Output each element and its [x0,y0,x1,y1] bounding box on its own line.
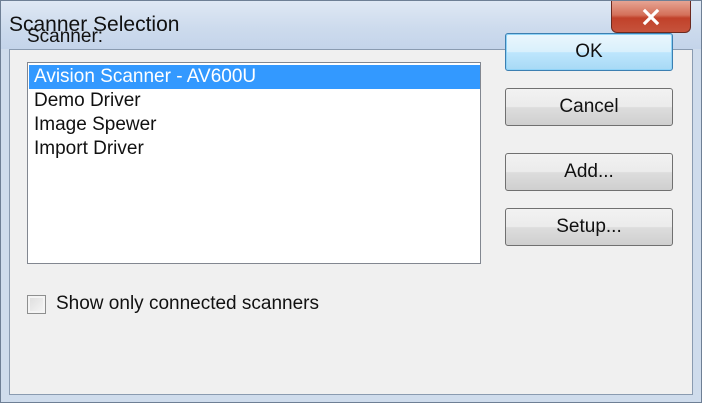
scanner-label: Scanner: [27,26,104,47]
list-item[interactable]: Demo Driver [29,89,480,113]
setup-button[interactable]: Setup... [505,208,673,246]
list-item[interactable]: Avision Scanner - AV600U [29,65,480,89]
close-icon [642,8,660,25]
show-connected-checkbox[interactable] [27,294,46,314]
add-button[interactable]: Add... [505,153,673,191]
scanner-selection-dialog: Scanner Selection Scanner: Avision Scann… [0,0,702,403]
list-item[interactable]: Image Spewer [29,113,480,137]
scanner-list[interactable]: Avision Scanner - AV600U Demo Driver Ima… [27,62,481,264]
list-item[interactable]: Import Driver [29,137,480,161]
ok-button[interactable]: OK [505,33,673,71]
show-connected-option[interactable]: Show only connected scanners [27,293,319,315]
cancel-button[interactable]: Cancel [505,88,673,126]
show-connected-label[interactable]: Show only connected scanners [56,293,319,315]
close-button[interactable] [611,1,691,33]
